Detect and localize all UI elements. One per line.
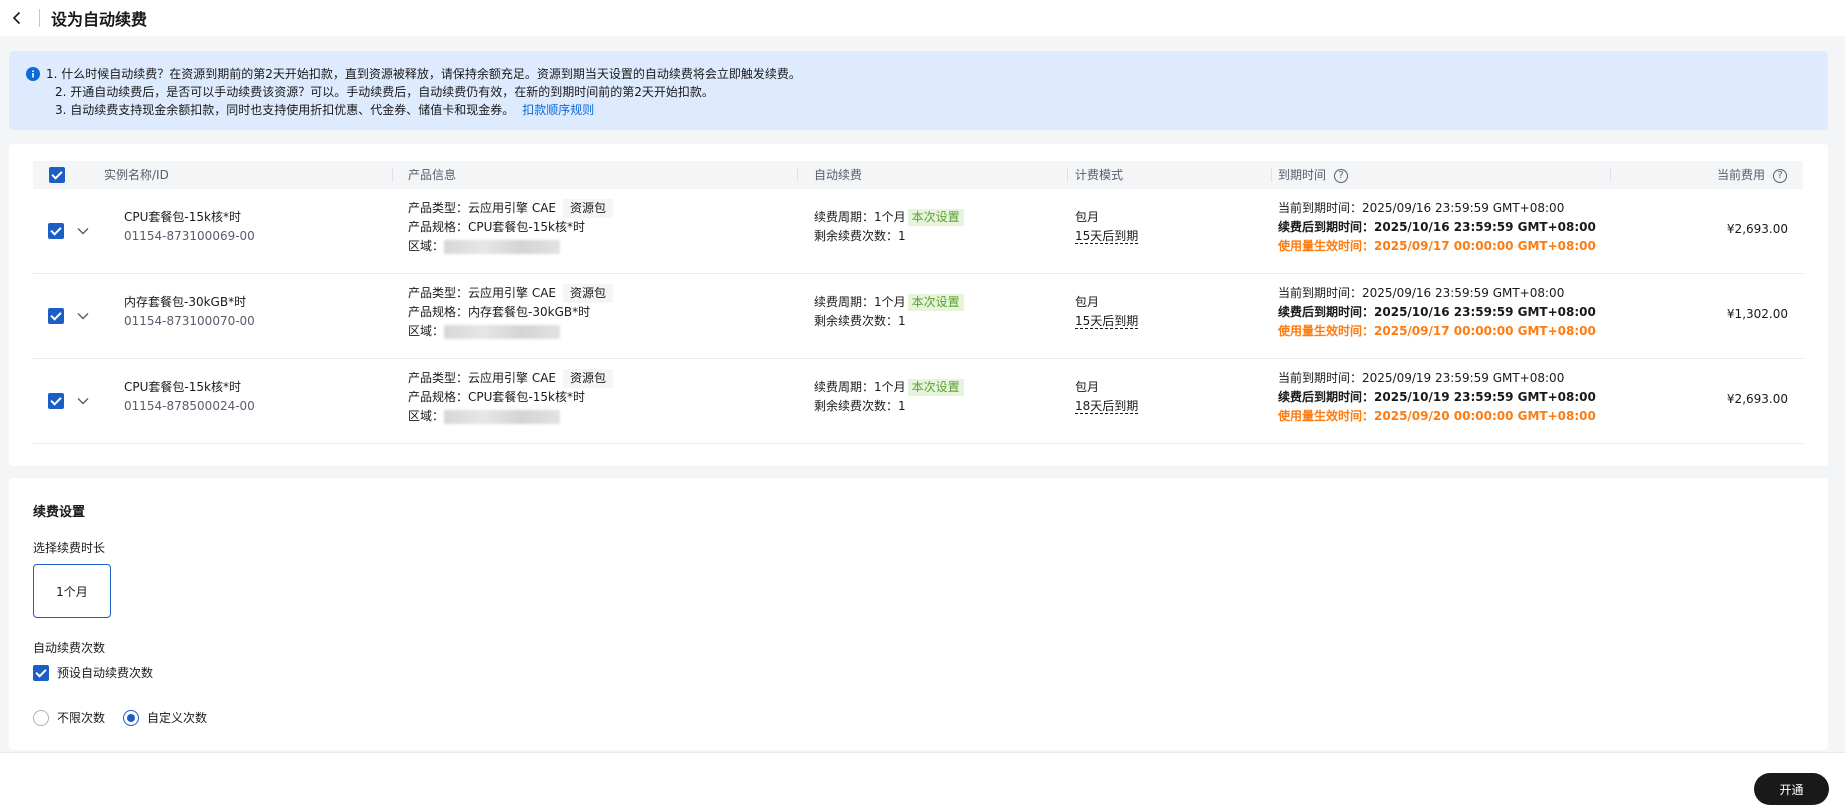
radio-unlimited[interactable]: 不限次数: [33, 709, 105, 726]
instance-cell: 内存套餐包-30kGB*时 01154-873100070-00: [124, 293, 255, 331]
set-this-time-tag: 本次设置: [907, 379, 964, 396]
instance-cell: CPU套餐包-15k核*时 01154-873100069-00: [124, 208, 255, 246]
chevron-left-icon: [12, 11, 21, 25]
billing-cell: 包月 15天后到期: [1075, 295, 1139, 329]
table-header: 实例名称/ID 产品信息 自动续费 计费模式 到期时间? 当前费用?: [33, 161, 1803, 189]
settings-title: 续费设置: [33, 505, 86, 520]
renew-count-label: 自动续费次数: [33, 641, 106, 655]
table-row: CPU套餐包-15k核*时 01154-878500024-00 产品类型：云应…: [33, 359, 1803, 444]
expand-button[interactable]: [73, 306, 93, 326]
expiry-cell: 当前到期时间：2025/09/16 23:59:59 GMT+08:00 续费后…: [1278, 201, 1596, 253]
region-redacted: [444, 324, 561, 339]
billing-cell: 包月 15天后到期: [1075, 210, 1139, 244]
notice-line-1: 1. 什么时候自动续费？在资源到期前的第2天开始扣款，直到资源被释放，请保持余额…: [46, 67, 801, 81]
col-autorenew: 自动续费: [814, 168, 863, 182]
resource-pack-tag: 资源包: [563, 284, 614, 303]
region-redacted: [444, 239, 561, 254]
duration-option-1-month[interactable]: 1个月: [33, 564, 111, 618]
preset-count-label: 预设自动续费次数: [57, 666, 154, 680]
table-row: 内存套餐包-30kGB*时 01154-873100070-00 产品类型：云应…: [33, 274, 1803, 359]
count-radio-group: 不限次数 自定义次数: [33, 709, 225, 726]
preset-count-checkbox[interactable]: [33, 664, 49, 681]
autorenew-cell: 续费周期：1个月 本次设置 剩余续费次数：1: [814, 293, 964, 331]
expiry-help-icon[interactable]: ?: [1334, 168, 1349, 183]
duration-label: 选择续费时长: [33, 541, 106, 555]
instance-id: 01154-873100070-00: [124, 314, 255, 328]
product-cell: 产品类型：云应用引擎 CAE 资源包 产品规格：内存套餐包-30kGB*时 区域：: [408, 284, 614, 341]
expire-countdown[interactable]: 15天后到期: [1075, 314, 1139, 329]
cost-help-icon[interactable]: ?: [1773, 168, 1787, 183]
row-checkbox[interactable]: [48, 223, 64, 239]
autorenew-cell: 续费周期：1个月 本次设置 剩余续费次数：1: [814, 378, 964, 416]
row-checkbox[interactable]: [48, 308, 64, 324]
back-button[interactable]: [1, 4, 33, 32]
info-notice: 1. 什么时候自动续费？在资源到期前的第2天开始扣款，直到资源被释放，请保持余额…: [9, 51, 1828, 130]
instance-name: 内存套餐包-30kGB*时: [124, 295, 247, 309]
radio-custom-circle[interactable]: [123, 709, 140, 726]
table-row: CPU套餐包-15k核*时 01154-873100069-00 产品类型：云应…: [33, 189, 1803, 274]
current-cost: ¥1,302.00: [1726, 307, 1788, 321]
current-cost: ¥2,693.00: [1726, 222, 1788, 236]
col-cost: 当前费用?: [1717, 161, 1787, 189]
instance-cell: CPU套餐包-15k核*时 01154-878500024-00: [124, 378, 255, 416]
product-cell: 产品类型：云应用引擎 CAE 资源包 产品规格：CPU套餐包-15k核*时 区域：: [408, 369, 614, 426]
chevron-down-icon: [77, 313, 89, 320]
set-this-time-tag: 本次设置: [907, 209, 964, 226]
radio-custom[interactable]: 自定义次数: [123, 709, 207, 726]
row-checkbox[interactable]: [48, 393, 64, 409]
current-cost: ¥2,693.00: [1726, 392, 1788, 406]
resource-pack-tag: 资源包: [563, 369, 614, 388]
expiry-cell: 当前到期时间：2025/09/16 23:59:59 GMT+08:00 续费后…: [1278, 286, 1596, 338]
instance-id: 01154-878500024-00: [124, 399, 255, 413]
col-product: 产品信息: [408, 168, 457, 182]
notice-line-3: 3. 自动续费支持现金余额扣款，同时也支持使用折扣优惠、代金券、储值卡和现金券。…: [55, 103, 595, 117]
preset-count-checkbox-row[interactable]: 预设自动续费次数: [33, 664, 153, 681]
billing-cell: 包月 18天后到期: [1075, 380, 1139, 414]
instance-table-card: 实例名称/ID 产品信息 自动续费 计费模式 到期时间? 当前费用? CPU套餐…: [9, 144, 1828, 466]
resource-pack-tag: 资源包: [563, 199, 614, 218]
deduction-order-link[interactable]: 扣款顺序规则: [522, 103, 594, 117]
chevron-down-icon: [77, 228, 89, 235]
expand-button[interactable]: [73, 221, 93, 241]
page-header: 设为自动续费: [0, 0, 1845, 36]
region-redacted: [444, 409, 561, 424]
expiry-cell: 当前到期时间：2025/09/19 23:59:59 GMT+08:00 续费后…: [1278, 371, 1596, 423]
footer-bar: 开通: [0, 752, 1845, 808]
page-title: 设为自动续费: [51, 10, 148, 29]
radio-unlimited-circle[interactable]: [33, 709, 49, 726]
instance-id: 01154-873100069-00: [124, 229, 255, 243]
col-expiry: 到期时间?: [1278, 161, 1349, 189]
instance-name: CPU套餐包-15k核*时: [124, 380, 241, 394]
notice-line-2: 2. 开通自动续费后，是否可以手动续费该资源？可以。手动续费后，自动续费仍有效，…: [55, 85, 714, 99]
col-instance: 实例名称/ID: [104, 168, 169, 182]
autorenew-cell: 续费周期：1个月 本次设置 剩余续费次数：1: [814, 208, 964, 246]
chevron-down-icon: [77, 398, 89, 405]
open-button[interactable]: 开通: [1754, 773, 1829, 805]
expire-countdown[interactable]: 15天后到期: [1075, 229, 1139, 244]
renewal-settings-card: 续费设置 选择续费时长 1个月 自动续费次数 预设自动续费次数 不限次数 自定义…: [9, 478, 1828, 750]
instance-name: CPU套餐包-15k核*时: [124, 210, 241, 224]
col-billing: 计费模式: [1075, 168, 1124, 182]
select-all-checkbox[interactable]: [49, 167, 65, 183]
header-divider: [39, 9, 40, 27]
product-cell: 产品类型：云应用引擎 CAE 资源包 产品规格：CPU套餐包-15k核*时 区域：: [408, 199, 614, 256]
set-this-time-tag: 本次设置: [907, 294, 964, 311]
expand-button[interactable]: [73, 391, 93, 411]
expire-countdown[interactable]: 18天后到期: [1075, 399, 1139, 414]
